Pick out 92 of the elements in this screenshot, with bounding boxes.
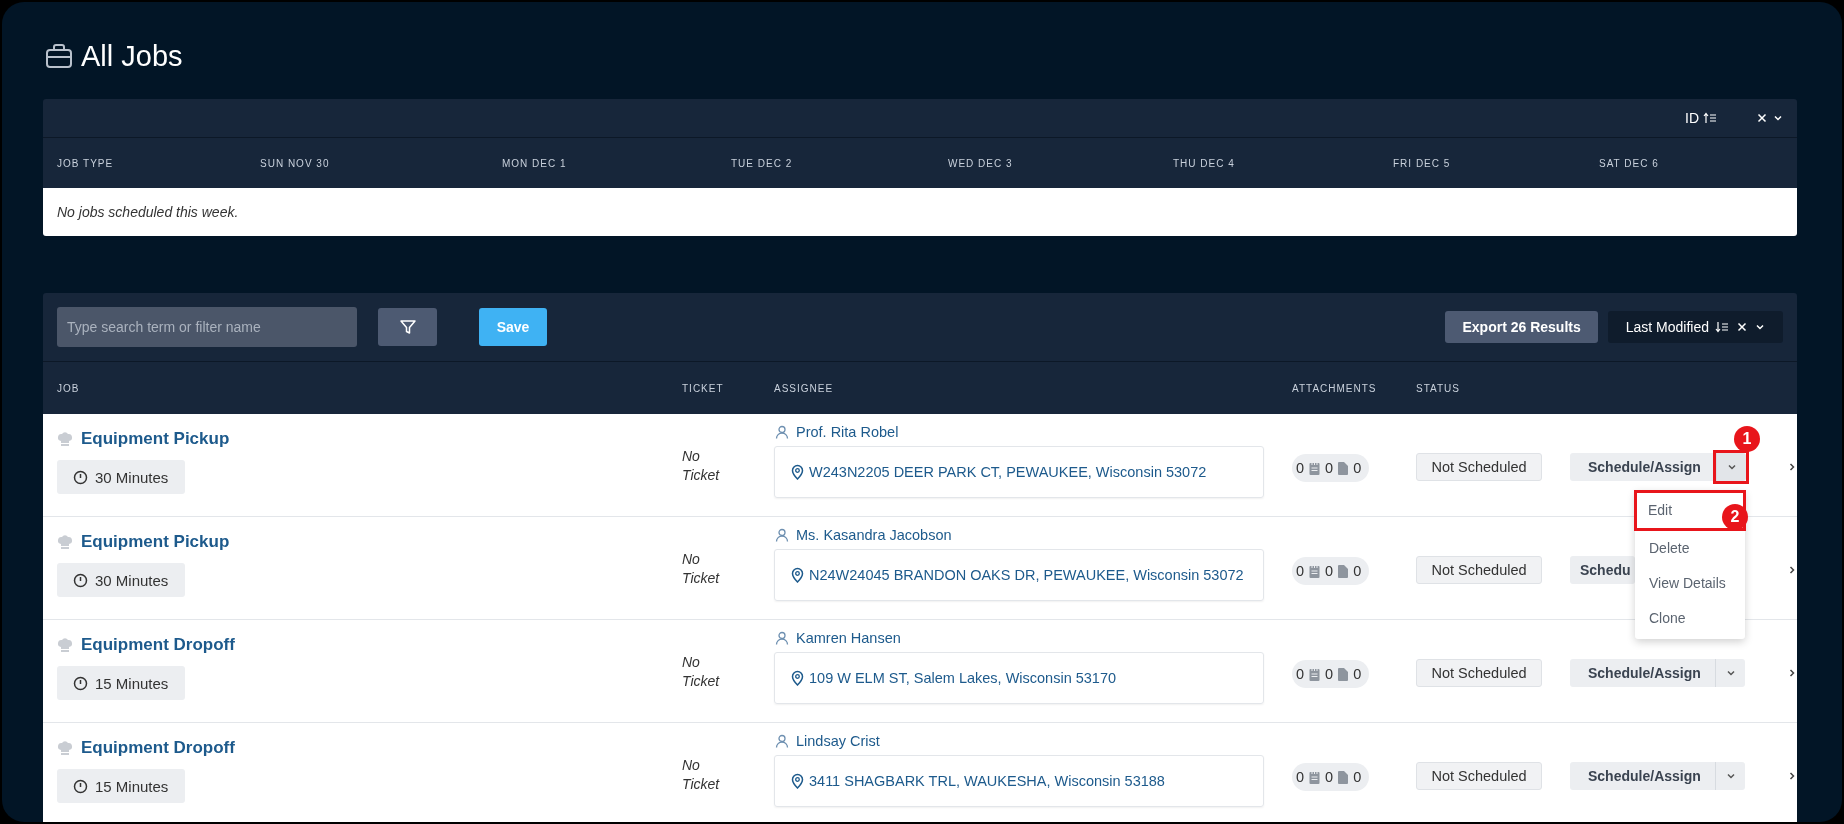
job-title[interactable]: Equipment Pickup <box>81 532 230 552</box>
location-pin-icon <box>791 773 804 789</box>
duration-tag: 30 Minutes <box>57 563 186 597</box>
column-header: STATUS <box>1416 382 1461 394</box>
assignee-name[interactable]: Lindsay Crist <box>796 733 880 749</box>
person-icon <box>775 425 789 439</box>
status-label: Not Scheduled <box>1416 555 1542 584</box>
schedule-assign-button[interactable]: Schedule/Assign <box>1570 761 1715 790</box>
filter-icon <box>398 318 417 336</box>
address-link[interactable]: W243N2205 DEER PARK CT, PEWAUKEE, Wisconsin 53072 <box>809 464 1207 480</box>
notepad-icon <box>1309 770 1321 784</box>
briefcase-icon <box>45 43 73 69</box>
assignee-name[interactable]: Ms. Kasandra Jacobson <box>796 527 952 543</box>
menu-item[interactable]: Clone <box>1635 600 1745 636</box>
clock-icon <box>73 469 88 485</box>
chef-hat-icon <box>57 739 73 757</box>
job-title[interactable]: Equipment Dropoff <box>81 635 235 655</box>
menu-item[interactable]: View Details <box>1635 565 1745 601</box>
chevron-right-icon[interactable] <box>1788 461 1796 472</box>
clock-icon <box>73 572 88 588</box>
ticket-text: No Ticket <box>682 653 721 691</box>
column-header: ATTACHMENTS <box>1292 382 1378 394</box>
location-pin-icon <box>791 670 804 686</box>
close-icon[interactable] <box>1737 322 1747 332</box>
chevron-right-icon[interactable] <box>1788 770 1796 781</box>
search-field[interactable]: Type search term or filter name <box>57 307 357 347</box>
chevron-right-icon[interactable] <box>1788 667 1796 678</box>
person-icon <box>775 528 789 542</box>
column-header: WED DEC 3 <box>948 157 1014 169</box>
notepad-icon <box>1309 667 1321 681</box>
chevron-down-icon <box>1755 322 1765 332</box>
menu-item[interactable]: Delete <box>1635 530 1745 566</box>
clock-icon <box>73 778 88 794</box>
status-label: Not Scheduled <box>1416 761 1542 790</box>
person-icon <box>775 631 789 645</box>
duration-tag: 30 Minutes <box>57 460 186 494</box>
location-pin-icon <box>791 567 804 583</box>
step-badge: 1 <box>1734 425 1760 452</box>
status-label: Not Scheduled <box>1416 452 1542 481</box>
column-header: JOB TYPE <box>57 157 115 169</box>
sort-icon[interactable] <box>1715 321 1729 333</box>
sort-icon[interactable] <box>1703 112 1717 124</box>
column-header: ASSIGNEE <box>774 382 835 394</box>
assignee-name[interactable]: Prof. Rita Robel <box>796 424 899 440</box>
column-header: THU DEC 4 <box>1173 157 1236 169</box>
filter-button[interactable] <box>378 308 437 346</box>
notepad-icon <box>1309 461 1321 475</box>
close-icon[interactable] <box>1757 113 1767 123</box>
attachments-badge: 0 0 0 <box>1292 763 1370 791</box>
address-link[interactable]: N24W24045 BRANDON OAKS DR, PEWAUKEE, Wisconsin 53072 <box>809 567 1244 583</box>
address-link[interactable]: 109 W ELM ST, Salem Lakes, Wisconsin 53170 <box>809 670 1117 686</box>
file-icon <box>1338 461 1349 475</box>
chef-hat-icon <box>57 430 73 448</box>
schedule-assign-button[interactable]: Schedu <box>1570 555 1635 584</box>
column-header: FRI DEC 5 <box>1393 157 1452 169</box>
empty-message: No jobs scheduled this week. <box>57 204 239 220</box>
person-icon <box>775 734 789 748</box>
file-icon <box>1338 770 1349 784</box>
column-header: JOB <box>57 382 81 394</box>
attachments-badge: 0 0 0 <box>1292 660 1370 688</box>
column-header: MON DEC 1 <box>502 157 568 169</box>
assignee-name[interactable]: Kamren Hansen <box>796 630 901 646</box>
chef-hat-icon <box>57 533 73 551</box>
file-icon <box>1338 667 1349 681</box>
status-label: Not Scheduled <box>1416 658 1542 687</box>
ticket-text: No Ticket <box>682 447 721 485</box>
column-header: SAT DEC 6 <box>1599 157 1660 169</box>
column-header: TICKET <box>682 382 725 394</box>
page-title: All Jobs <box>81 39 183 73</box>
file-icon <box>1338 564 1349 578</box>
schedule-assign-button[interactable]: Schedule/Assign <box>1570 452 1715 481</box>
attachments-badge: 0 0 0 <box>1292 557 1370 585</box>
clock-icon <box>73 675 88 691</box>
export-button[interactable]: Export 26 Results <box>1445 311 1598 343</box>
location-pin-icon <box>791 464 804 480</box>
chevron-down-icon <box>1773 113 1783 123</box>
address-link[interactable]: 3411 SHAGBARK TRL, WAUKESHA, Wisconsin 53188 <box>809 773 1165 789</box>
duration-tag: 15 Minutes <box>57 666 186 700</box>
job-title[interactable]: Equipment Pickup <box>81 429 230 449</box>
duration-tag: 15 Minutes <box>57 769 186 803</box>
chevron-right-icon[interactable] <box>1788 564 1796 575</box>
chef-hat-icon <box>57 636 73 654</box>
attachments-badge: 0 0 0 <box>1292 454 1370 482</box>
sort-control[interactable]: Last Modified <box>1607 311 1783 343</box>
ticket-text: No Ticket <box>682 756 721 794</box>
notepad-icon <box>1309 564 1321 578</box>
ticket-text: No Ticket <box>682 550 721 588</box>
job-title[interactable]: Equipment Dropoff <box>81 738 235 758</box>
column-header: SUN NOV 30 <box>260 157 331 169</box>
schedule-assign-button[interactable]: Schedule/Assign <box>1570 658 1715 687</box>
sort-label[interactable]: ID <box>1685 110 1699 126</box>
column-header: TUE DEC 2 <box>731 157 794 169</box>
